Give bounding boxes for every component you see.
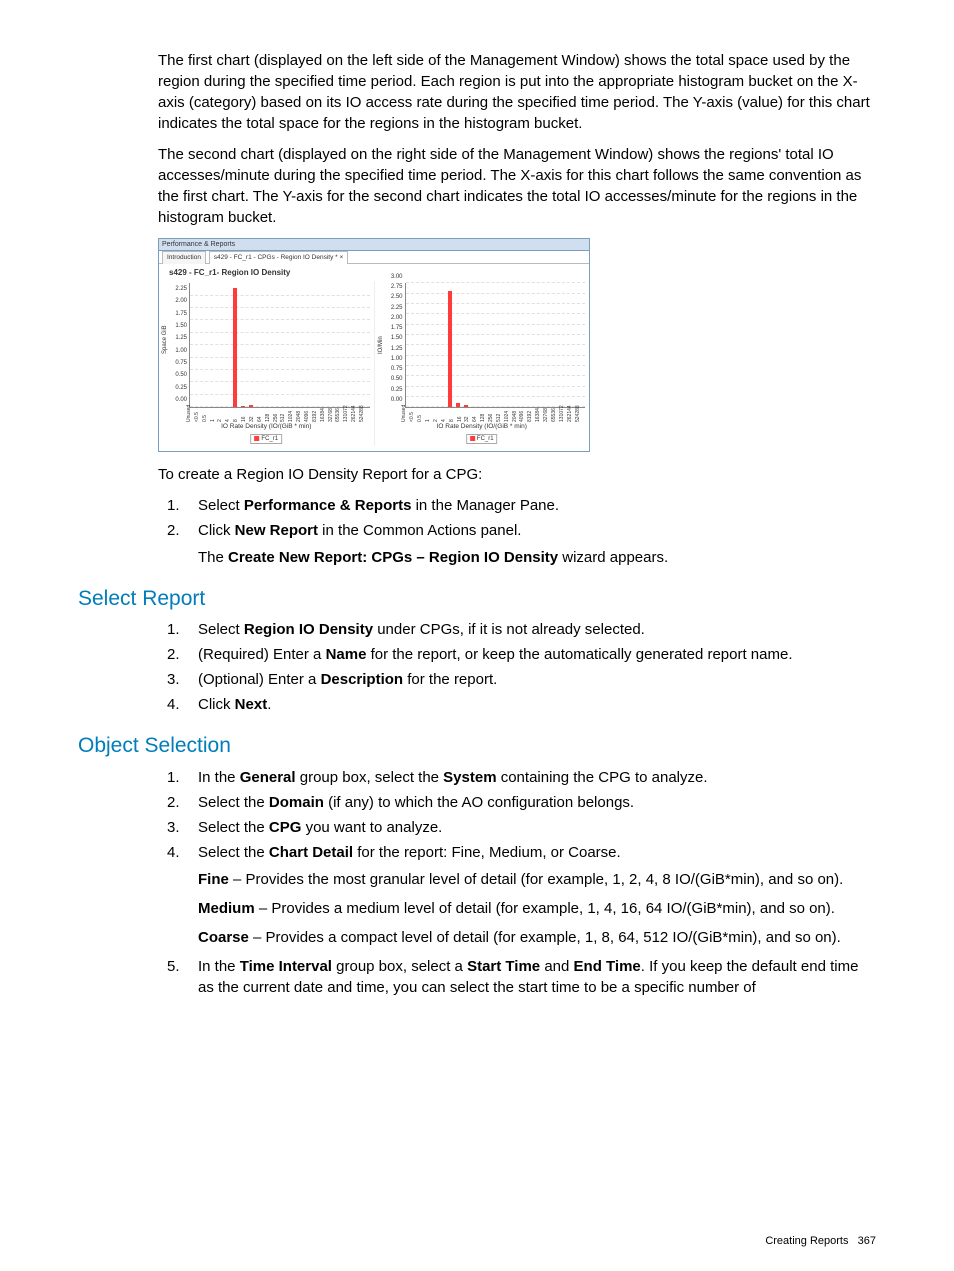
create-report-intro: To create a Region IO Density Report for… [158,464,876,485]
intro-paragraph-1: The first chart (displayed on the left s… [158,50,876,134]
intro-paragraph-2: The second chart (displayed on the right… [158,144,876,228]
step-click-new-report: Click New Report in the Common Actions p… [192,520,876,568]
detail-coarse: Coarse – Provides a compact level of det… [198,927,876,948]
step-enter-name: (Required) Enter a Name for the report, … [192,644,876,665]
step-chart-detail: Select the Chart Detail for the report: … [192,842,876,948]
step-general-system: In the General group box, select the Sys… [192,767,876,788]
wizard-appears-text: The Create New Report: CPGs – Region IO … [198,547,876,568]
step-enter-description: (Optional) Enter a Description for the r… [192,669,876,690]
tab-report[interactable]: s429 - FC_r1 - CPGs - Region IO Density … [209,251,349,264]
step-select-perf-reports: Select Performance & Reports in the Mana… [192,495,876,516]
chart-left-legend: FC_r1 [250,434,282,444]
step-click-next: Click Next. [192,694,876,715]
chart-right-xlabel: IO Rate Density (IO/(GiB * min) [375,422,590,431]
chart-left-ylabel: Space GiB [161,325,169,354]
chart-right-legend: FC_r1 [466,434,498,444]
select-report-steps: Select Region IO Density under CPGs, if … [158,619,876,715]
detail-medium: Medium – Provides a medium level of deta… [198,898,876,919]
footer-page-number: 367 [858,1235,876,1247]
chart-tabs: Introduction s429 - FC_r1 - CPGs - Regio… [159,251,589,264]
create-report-steps: Select Performance & Reports in the Mana… [158,495,876,568]
chart-left-space: Space GiB IO Rate Density (IO/(GiB * min… [159,281,375,446]
footer-label: Creating Reports [765,1235,848,1247]
step-select-region-io-density: Select Region IO Density under CPGs, if … [192,619,876,640]
chart-right-iomin: IO/Min IO Rate Density (IO/(GiB * min) F… [375,281,590,446]
tab-introduction[interactable]: Introduction [162,251,206,264]
heading-select-report: Select Report [78,584,876,613]
chart-left-xlabel: IO Rate Density (IO/(GiB * min) [159,422,374,431]
region-io-density-chart-window: Performance & Reports Introduction s429 … [158,238,590,452]
detail-fine: Fine – Provides the most granular level … [198,869,876,890]
page-footer: Creating Reports 367 [765,1234,876,1249]
chart-window-titlebar: Performance & Reports [159,239,589,251]
step-select-domain: Select the Domain (if any) to which the … [192,792,876,813]
chart-right-ylabel: IO/Min [377,336,385,354]
heading-object-selection: Object Selection [78,731,876,760]
step-time-interval: In the Time Interval group box, select a… [192,956,876,998]
step-select-cpg: Select the CPG you want to analyze. [192,817,876,838]
object-selection-steps: In the General group box, select the Sys… [158,767,876,998]
chart-title: s429 - FC_r1- Region IO Density [159,264,589,281]
